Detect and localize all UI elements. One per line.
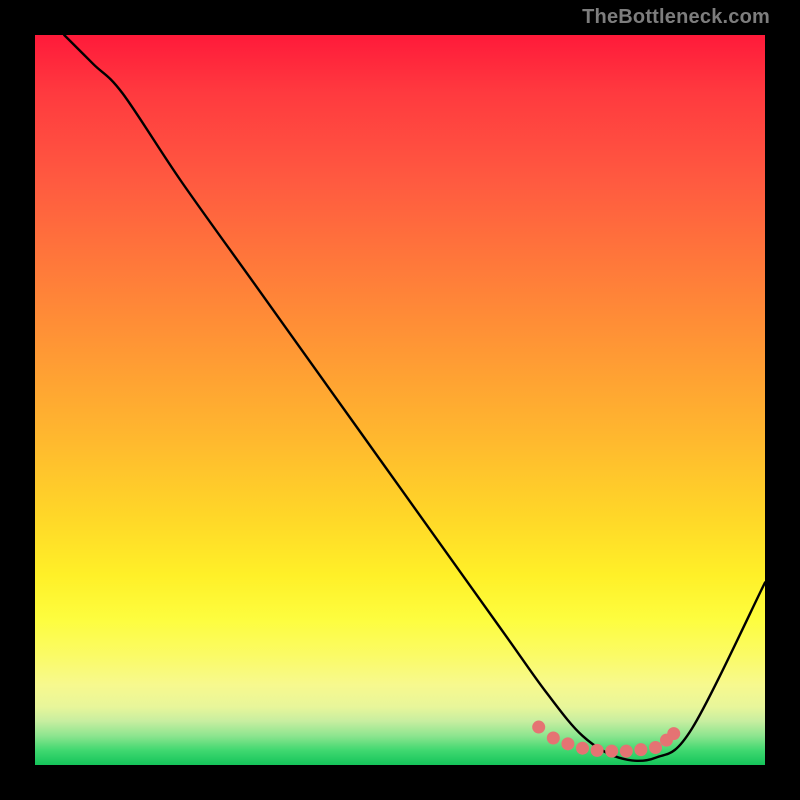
marker-dot [532, 721, 545, 734]
marker-dot [576, 742, 589, 755]
marker-dot [667, 727, 680, 740]
chart-frame: TheBottleneck.com [0, 0, 800, 800]
bottleneck-curve [64, 35, 765, 761]
marker-dot [649, 741, 662, 754]
marker-dot [634, 743, 647, 756]
watermark-text: TheBottleneck.com [582, 6, 770, 29]
marker-dot [547, 731, 560, 744]
plot-area [35, 35, 765, 765]
marker-dot [620, 745, 633, 758]
marker-dot [561, 737, 574, 750]
marker-dot [605, 745, 618, 758]
marker-dot [591, 744, 604, 757]
highlight-band [532, 721, 680, 758]
curve-svg [35, 35, 765, 765]
